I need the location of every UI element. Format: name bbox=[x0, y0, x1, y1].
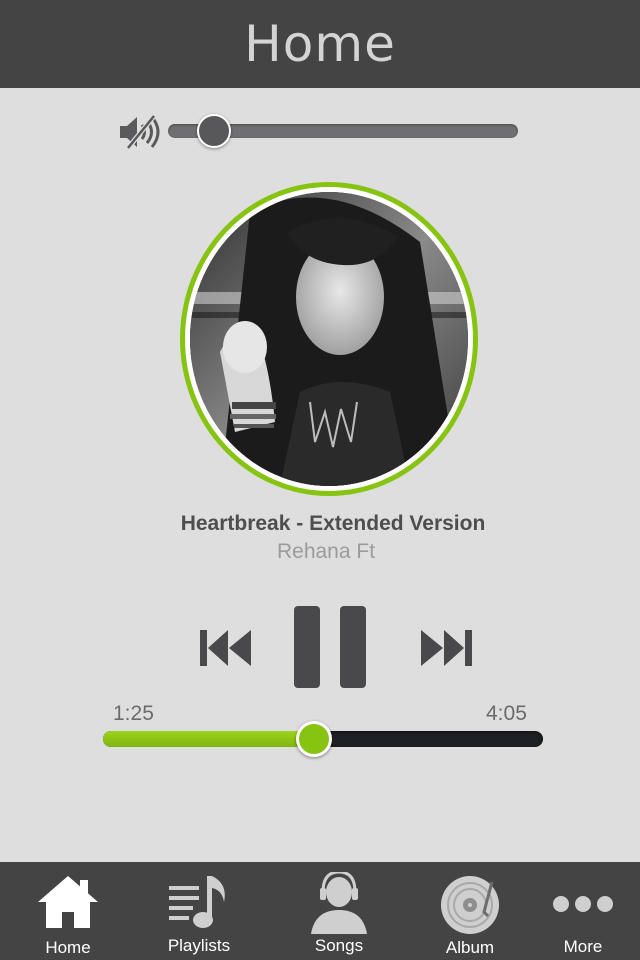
headset-person-icon bbox=[311, 872, 367, 934]
tab-songs[interactable]: Songs bbox=[275, 862, 403, 960]
volume-control bbox=[116, 112, 526, 152]
bottom-tab-bar: Home Playlists Songs Album More bbox=[0, 862, 640, 960]
progress-bar-thumb[interactable] bbox=[296, 721, 333, 757]
pause-icon[interactable] bbox=[292, 604, 368, 690]
progress-bar-fill bbox=[103, 731, 315, 747]
playlist-icon bbox=[169, 876, 225, 928]
album-art-photo bbox=[190, 192, 468, 486]
more-dots-icon bbox=[553, 896, 613, 912]
speaker-muted-icon[interactable] bbox=[116, 114, 162, 150]
tab-label-songs: Songs bbox=[314, 936, 364, 955]
skip-previous-icon[interactable] bbox=[198, 628, 254, 668]
tab-label-home: Home bbox=[45, 938, 91, 957]
volume-slider-thumb[interactable] bbox=[196, 114, 231, 148]
total-time: 4:05 bbox=[486, 702, 527, 725]
header-bar: Home bbox=[0, 0, 640, 88]
tab-more[interactable]: More bbox=[519, 862, 640, 960]
home-icon bbox=[38, 876, 98, 928]
album-art-frame bbox=[180, 182, 478, 496]
song-artist: Rehana Ft bbox=[276, 540, 376, 563]
elapsed-time: 1:25 bbox=[113, 702, 154, 725]
tab-label-album: Album bbox=[445, 938, 495, 957]
vinyl-record-icon bbox=[441, 876, 499, 934]
tab-album[interactable]: Album bbox=[406, 862, 534, 960]
skip-next-icon[interactable] bbox=[418, 628, 474, 668]
page-title: Home bbox=[244, 15, 396, 73]
tab-playlists[interactable]: Playlists bbox=[135, 862, 263, 960]
tab-label-more: More bbox=[563, 937, 603, 956]
song-title: Heartbreak - Extended Version bbox=[180, 512, 486, 535]
tab-home[interactable]: Home bbox=[4, 862, 132, 960]
tab-label-playlists: Playlists bbox=[167, 936, 231, 955]
